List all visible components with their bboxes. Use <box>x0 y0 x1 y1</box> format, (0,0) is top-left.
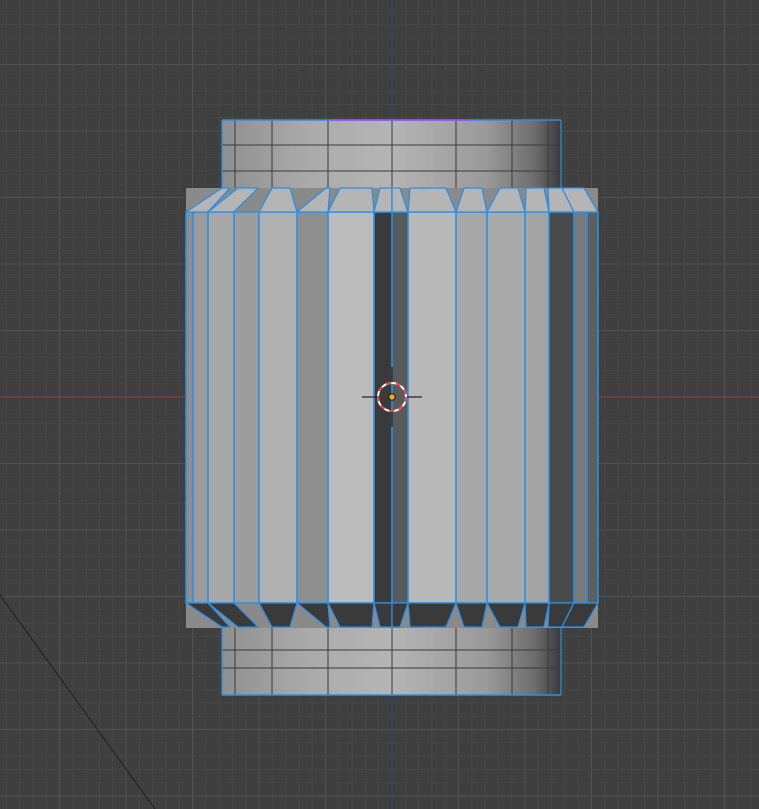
ribs-group <box>185 211 599 604</box>
viewport-canvas[interactable] <box>0 0 759 809</box>
rib-face <box>259 212 297 603</box>
object-origin-icon <box>388 393 396 401</box>
rib-face <box>487 212 525 603</box>
3d-viewport[interactable] <box>0 0 759 809</box>
rib-face <box>186 212 193 603</box>
rib-face <box>193 212 208 603</box>
rib-face <box>208 212 234 603</box>
rib-face <box>587 212 598 603</box>
rib-face <box>297 212 328 603</box>
rib-face <box>234 212 259 603</box>
rib-face <box>549 212 574 603</box>
bottom-collar <box>221 625 562 696</box>
rib-face <box>525 212 549 603</box>
rib-bottom-bevel <box>524 602 550 628</box>
rib-face <box>574 212 587 603</box>
top-collar <box>221 119 562 190</box>
ribbed-cylinder-mesh[interactable] <box>185 119 599 696</box>
rib-top-bevel <box>524 187 550 213</box>
camera-frame-edge <box>0 594 156 809</box>
rib-face <box>408 212 456 603</box>
rib-face <box>328 212 374 603</box>
rib-face <box>456 212 487 603</box>
